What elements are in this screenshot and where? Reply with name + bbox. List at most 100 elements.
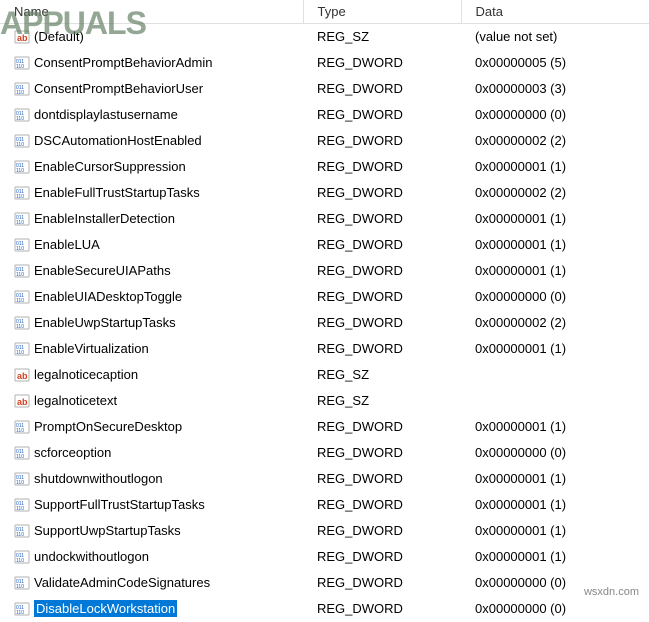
table-row[interactable]: 011110SupportUwpStartupTasksREG_DWORD0x0… [0, 518, 649, 544]
string-value-icon: ab [14, 367, 30, 383]
value-data: (value not set) [461, 24, 649, 50]
value-type: REG_DWORD [303, 76, 461, 102]
value-type: REG_DWORD [303, 50, 461, 76]
value-data [461, 388, 649, 414]
binary-value-icon: 011110 [14, 81, 30, 97]
table-row[interactable]: 011110 DSCAutomationHostEnabled REG_DWORD0… [0, 128, 649, 154]
value-type: REG_DWORD [303, 518, 461, 544]
table-row[interactable]: ablegalnoticetextREG_SZ [0, 388, 649, 414]
binary-value-icon: 011110 [14, 549, 30, 565]
column-header-data[interactable]: Data [461, 0, 649, 24]
table-row[interactable]: 011110undockwithoutlogonREG_DWORD0x00000… [0, 544, 649, 570]
value-type: REG_DWORD [303, 310, 461, 336]
value-data: 0x00000000 (0) [461, 596, 649, 622]
svg-text:110: 110 [16, 64, 24, 70]
binary-value-icon: 011110 [14, 419, 30, 435]
value-data: 0x00000000 (0) [461, 102, 649, 128]
binary-value-icon: 011110 [14, 289, 30, 305]
table-row[interactable]: 011110 EnableLUA REG_DWORD0x00000001 (1) [0, 232, 649, 258]
value-data [461, 362, 649, 388]
binary-value-icon: 011110 [14, 237, 30, 253]
svg-text:110: 110 [16, 350, 24, 356]
binary-value-icon: 011110 [14, 159, 30, 175]
value-name: DSCAutomationHostEnabled [34, 133, 202, 148]
svg-text:110: 110 [16, 90, 24, 96]
svg-text:110: 110 [16, 220, 24, 226]
binary-value-icon: 011110 [14, 575, 30, 591]
value-type: REG_DWORD [303, 128, 461, 154]
table-row[interactable]: 011110 ValidateAdminCodeSignatures REG_DWO… [0, 570, 649, 596]
column-header-type[interactable]: Type [303, 0, 461, 24]
svg-text:110: 110 [16, 480, 24, 486]
value-type: REG_DWORD [303, 102, 461, 128]
value-name: ValidateAdminCodeSignatures [34, 575, 210, 590]
value-name: EnableUIADesktopToggle [34, 289, 182, 304]
string-value-icon: ab [14, 29, 30, 45]
svg-text:110: 110 [16, 532, 24, 538]
value-type: REG_SZ [303, 24, 461, 50]
table-row[interactable]: 011110ConsentPromptBehaviorAdminREG_DWOR… [0, 50, 649, 76]
string-value-icon: ab [14, 393, 30, 409]
binary-value-icon: 011110 [14, 133, 30, 149]
binary-value-icon: 011110 [14, 211, 30, 227]
binary-value-icon: 011110 [14, 55, 30, 71]
table-row[interactable]: 011110scforceoptionREG_DWORD0x00000000 (… [0, 440, 649, 466]
binary-value-icon: 011110 [14, 315, 30, 331]
value-name: EnableInstallerDetection [34, 211, 175, 226]
column-header-name[interactable]: Name [0, 0, 303, 24]
value-data: 0x00000001 (1) [461, 414, 649, 440]
value-data: 0x00000002 (2) [461, 128, 649, 154]
table-row[interactable]: 011110 dontdisplaylastusername REG_DWORD0x… [0, 102, 649, 128]
table-row[interactable]: 011110EnableInstallerDetectionREG_DWORD0… [0, 206, 649, 232]
value-type: REG_DWORD [303, 232, 461, 258]
value-data: 0x00000000 (0) [461, 570, 649, 596]
table-row[interactable]: ab legalnoticecaption REG_SZ [0, 362, 649, 388]
svg-text:110: 110 [16, 454, 24, 460]
table-row[interactable]: 011110DisableLockWorkstationREG_DWORD0x0… [0, 596, 649, 622]
value-name: scforceoption [34, 445, 111, 460]
table-row[interactable]: 011110EnableFullTrustStartupTasksREG_DWO… [0, 180, 649, 206]
table-row[interactable]: 011110EnableUwpStartupTasksREG_DWORD0x00… [0, 310, 649, 336]
value-name: EnableSecureUIAPaths [34, 263, 171, 278]
value-type: REG_DWORD [303, 414, 461, 440]
value-data: 0x00000003 (3) [461, 76, 649, 102]
table-row[interactable]: 011110 EnableUIADesktopToggle REG_DWORD0x0… [0, 284, 649, 310]
value-type: REG_DWORD [303, 180, 461, 206]
table-row[interactable]: 011110ConsentPromptBehaviorUserREG_DWORD… [0, 76, 649, 102]
binary-value-icon: 011110 [14, 445, 30, 461]
table-row[interactable]: 011110EnableSecureUIAPathsREG_DWORD0x000… [0, 258, 649, 284]
value-type: REG_DWORD [303, 336, 461, 362]
binary-value-icon: 011110 [14, 185, 30, 201]
svg-text:110: 110 [16, 272, 24, 278]
value-data: 0x00000001 (1) [461, 154, 649, 180]
value-type: REG_DWORD [303, 284, 461, 310]
table-row[interactable]: 011110shutdownwithoutlogonREG_DWORD0x000… [0, 466, 649, 492]
table-row[interactable]: 011110PromptOnSecureDesktopREG_DWORD0x00… [0, 414, 649, 440]
value-data: 0x00000001 (1) [461, 258, 649, 284]
binary-value-icon: 011110 [14, 471, 30, 487]
value-data: 0x00000000 (0) [461, 284, 649, 310]
value-type: REG_DWORD [303, 596, 461, 622]
table-row[interactable]: ab(Default)REG_SZ(value not set) [0, 24, 649, 50]
table-row[interactable]: 011110EnableVirtualizationREG_DWORD0x000… [0, 336, 649, 362]
binary-value-icon: 011110 [14, 523, 30, 539]
binary-value-icon: 011110 [14, 107, 30, 123]
svg-text:110: 110 [16, 558, 24, 564]
table-row[interactable]: 011110EnableCursorSuppressionREG_DWORD0x… [0, 154, 649, 180]
value-type: REG_DWORD [303, 570, 461, 596]
table-row[interactable]: 011110SupportFullTrustStartupTasksREG_DW… [0, 492, 649, 518]
value-name: undockwithoutlogon [34, 549, 149, 564]
value-name: legalnoticecaption [34, 367, 138, 382]
value-name: dontdisplaylastusername [34, 107, 178, 122]
value-type: REG_SZ [303, 362, 461, 388]
binary-value-icon: 011110 [14, 497, 30, 513]
svg-text:110: 110 [16, 194, 24, 200]
value-data: 0x00000001 (1) [461, 232, 649, 258]
value-name: EnableVirtualization [34, 341, 149, 356]
svg-text:110: 110 [16, 142, 24, 148]
value-name: SupportFullTrustStartupTasks [34, 497, 205, 512]
svg-text:110: 110 [16, 246, 24, 252]
binary-value-icon: 011110 [14, 263, 30, 279]
value-name: EnableLUA [34, 237, 100, 252]
value-type: REG_DWORD [303, 440, 461, 466]
